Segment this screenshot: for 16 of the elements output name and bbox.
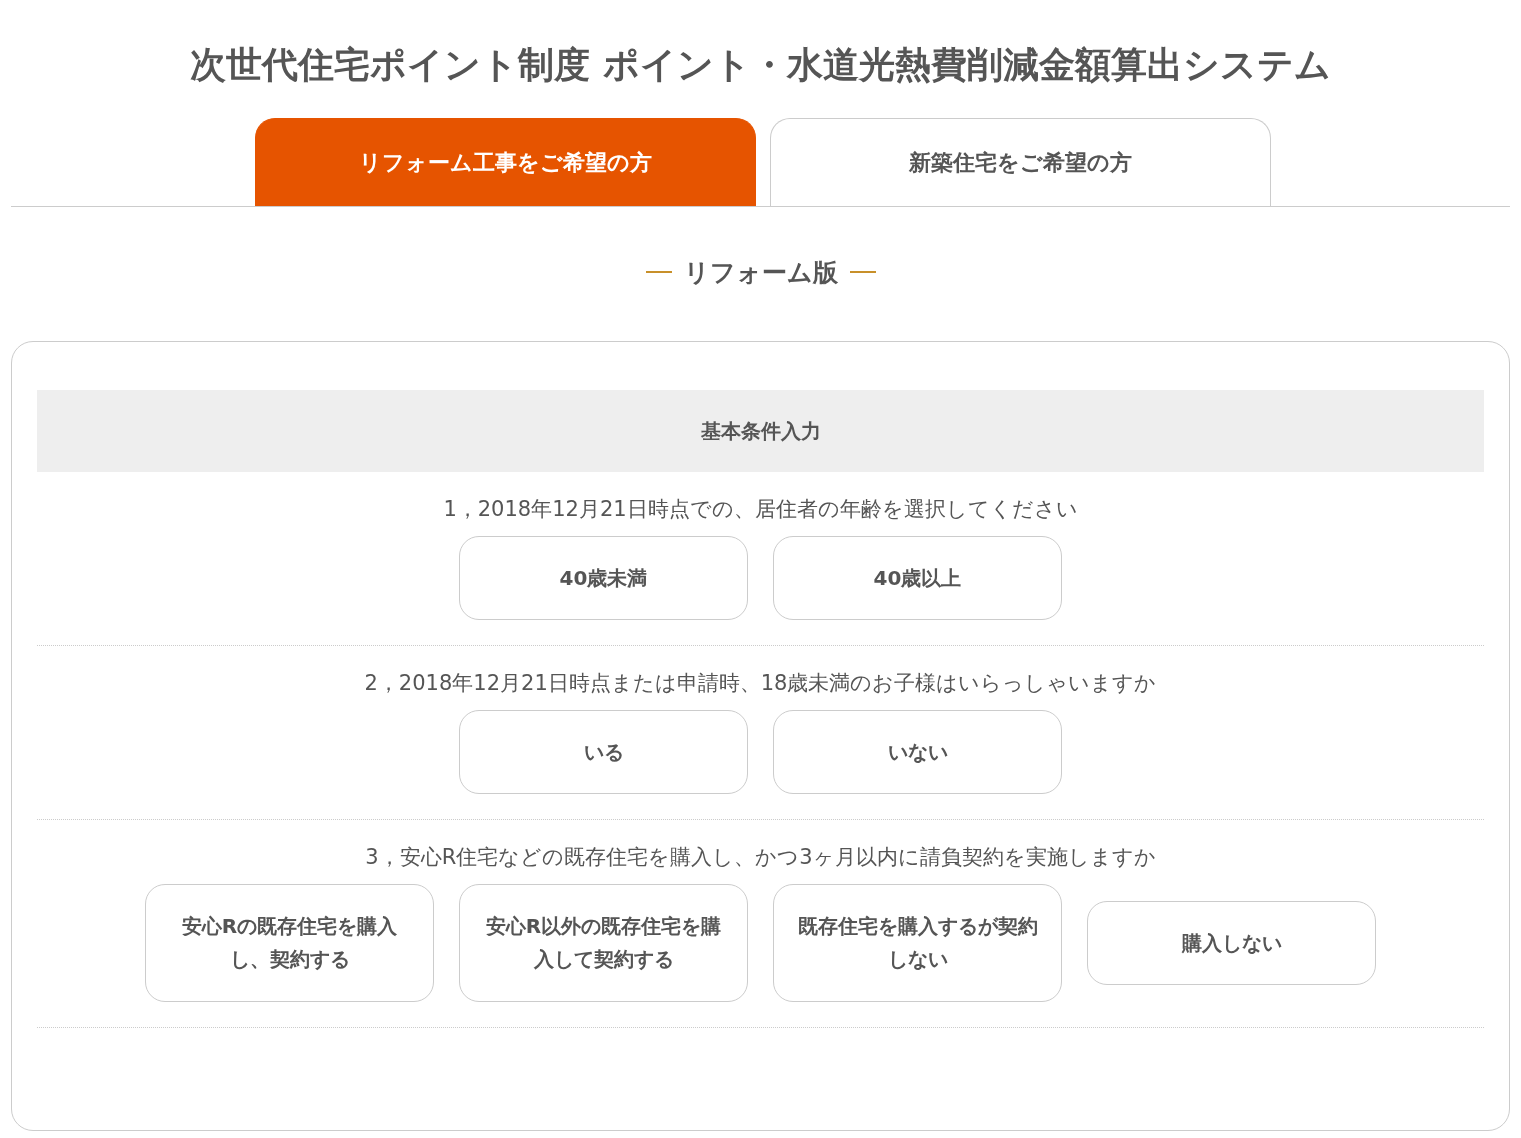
question-text: 1，2018年12月21日時点での、居住者の年齢を選択してください: [442, 496, 1079, 523]
option-button[interactable]: 安心Rの既存住宅を購入し、契約する: [145, 884, 434, 1002]
option-button[interactable]: 購入しない: [1087, 901, 1376, 985]
question-text: 2，2018年12月21日時点または申請時、18歳未満のお子様はいらっしゃいますか: [363, 670, 1158, 697]
tab[interactable]: リフォーム工事をご希望の方: [254, 118, 756, 206]
option-button[interactable]: いない: [773, 710, 1062, 794]
option-button[interactable]: 40歳未満: [459, 536, 748, 620]
option-button[interactable]: いる: [459, 710, 748, 794]
option-button[interactable]: 40歳以上: [773, 536, 1062, 620]
section-subtitle: リフォーム版: [683, 256, 838, 289]
question-text: 3，安心R住宅などの既存住宅を購入し、かつ3ヶ月以内に請負契約を実施しますか: [364, 844, 1157, 871]
tab[interactable]: 新築住宅をご希望の方: [769, 118, 1271, 206]
page-title: 次世代住宅ポイント制度 ポイント・水道光熱費削減金額算出システム: [189, 43, 1332, 87]
option-button[interactable]: 安心R以外の既存住宅を購入して契約する: [459, 884, 748, 1002]
option-button[interactable]: 既存住宅を購入するが契約しない: [773, 884, 1062, 1002]
section-header: 基本条件入力: [37, 390, 1484, 472]
